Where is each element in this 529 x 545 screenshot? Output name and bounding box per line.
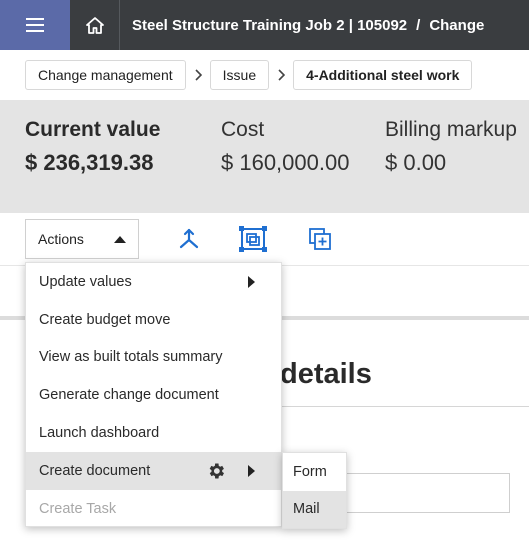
- add-copy-icon: [309, 228, 331, 250]
- page-title: Steel Structure Training Job 2 | 105092 /…: [120, 17, 484, 34]
- create-document-submenu: Form Mail: [282, 452, 347, 529]
- menu-item-view-as-built-totals[interactable]: View as built totals summary: [26, 339, 281, 377]
- actions-label: Actions: [38, 231, 84, 247]
- breadcrumb-issue[interactable]: Issue: [209, 60, 270, 90]
- submenu-arrow-icon: [248, 276, 255, 288]
- menu-item-launch-dashboard[interactable]: Launch dashboard: [26, 414, 281, 452]
- select-area-button[interactable]: [239, 225, 267, 253]
- heading-underline: [270, 406, 529, 407]
- menu-item-label: Create Task: [39, 500, 117, 517]
- menu-item-label: Update values: [39, 273, 132, 290]
- toolbar: Actions: [0, 213, 529, 266]
- billing-markup-amount: $ 0.00: [385, 150, 447, 175]
- breadcrumb: Change management Issue 4-Additional ste…: [0, 50, 529, 100]
- job-title: Steel Structure Training Job 2 | 105092: [132, 16, 408, 34]
- summary-panel: Current value $ 236,319.38 Cost $ 160,00…: [0, 100, 529, 213]
- select-area-icon: [239, 226, 267, 252]
- hamburger-icon: [26, 18, 44, 32]
- menu-item-label: Launch dashboard: [39, 425, 160, 442]
- current-value-stat: Current value $ 236,319.38: [25, 118, 160, 176]
- menu-item-generate-change-document[interactable]: Generate change document: [26, 376, 281, 414]
- chevron-right-icon: [269, 69, 293, 81]
- cost-label: Cost: [221, 118, 265, 141]
- cost-amount: $ 160,000.00: [221, 150, 350, 175]
- breadcrumb-change-management[interactable]: Change management: [25, 60, 186, 90]
- menu-item-update-values[interactable]: Update values: [26, 263, 281, 301]
- add-copy-button[interactable]: [306, 225, 334, 253]
- gear-icon: [209, 463, 224, 479]
- menu-item-label: Create budget move: [39, 311, 171, 328]
- caret-up-icon: [114, 236, 126, 243]
- billing-markup-stat: Billing markup $ 0.00: [385, 118, 517, 176]
- submenu-arrow-icon: [248, 464, 255, 477]
- menu-item-create-document[interactable]: Create document: [26, 451, 281, 490]
- current-value-label: Current value: [25, 118, 161, 141]
- submenu-item-form[interactable]: Form: [283, 453, 346, 491]
- home-button[interactable]: [70, 0, 120, 50]
- section-title: Change: [429, 16, 485, 34]
- menu-item-label: Create document: [39, 462, 151, 479]
- menu-item-create-budget-move[interactable]: Create budget move: [26, 301, 281, 339]
- submenu-item-mail[interactable]: Mail: [283, 490, 346, 528]
- menu-item-label: Generate change document: [39, 387, 219, 404]
- menu-item-label: View as built totals summary: [39, 349, 223, 366]
- details-heading: details: [280, 358, 372, 390]
- menu-item-create-task: Create Task: [26, 490, 281, 528]
- top-bar: Steel Structure Training Job 2 | 105092 /…: [0, 0, 529, 50]
- breadcrumb-current-item[interactable]: 4-Additional steel work: [293, 60, 473, 90]
- chevron-right-icon: [186, 69, 210, 81]
- merge-icon: [179, 228, 199, 249]
- merge-button[interactable]: [175, 225, 203, 253]
- billing-markup-label: Billing markup: [385, 118, 517, 141]
- actions-button[interactable]: Actions: [25, 219, 139, 259]
- cost-stat: Cost $ 160,000.00: [221, 118, 349, 176]
- home-icon: [85, 16, 104, 34]
- current-value-amount: $ 236,319.38: [25, 150, 154, 175]
- actions-dropdown-menu: Update values Create budget move View as…: [25, 262, 282, 527]
- hamburger-menu-button[interactable]: [0, 0, 70, 50]
- title-separator: /: [416, 16, 421, 34]
